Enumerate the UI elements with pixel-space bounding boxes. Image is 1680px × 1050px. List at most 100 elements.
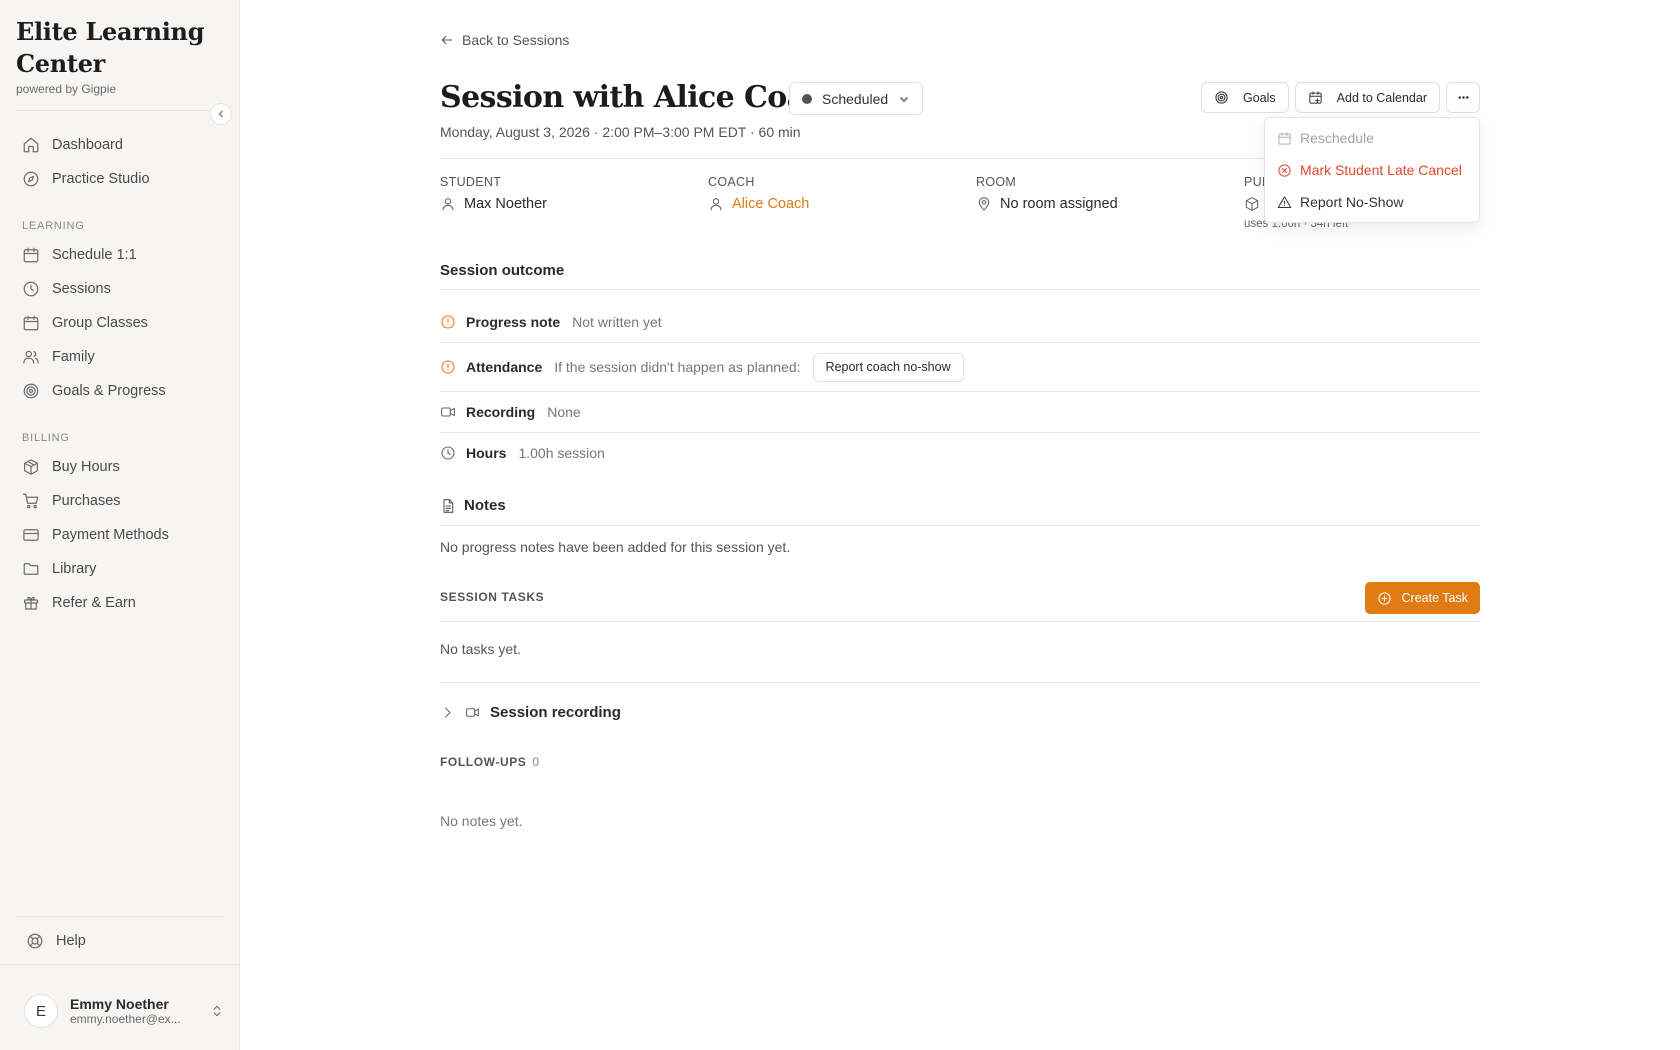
calendar-plus-icon bbox=[1309, 91, 1322, 104]
progress-note-value: Not written yet bbox=[572, 314, 662, 330]
sidebar-nav: Dashboard Practice Studio LEARNING Sched… bbox=[12, 128, 228, 620]
collapse-sidebar-button[interactable] bbox=[210, 103, 232, 125]
follow-ups-title: FOLLOW-UPS 0 bbox=[440, 755, 540, 769]
coach-link[interactable]: Alice Coach bbox=[732, 196, 809, 212]
more-actions-menu: Reschedule Mark Student Late Cancel Repo… bbox=[1264, 117, 1480, 223]
report-coach-no-show-button[interactable]: Report coach no-show bbox=[812, 352, 964, 382]
meta-coach: COACH Alice Coach bbox=[708, 175, 809, 212]
sidebar-item-buy-hours[interactable]: Buy Hours bbox=[12, 450, 228, 484]
notes-empty: No progress notes have been added for th… bbox=[440, 539, 791, 555]
follow-ups-count: 0 bbox=[532, 755, 540, 769]
sidebar-item-label: Purchases bbox=[52, 493, 121, 509]
back-link[interactable]: Back to Sessions bbox=[440, 32, 569, 48]
follow-ups-empty: No notes yet. bbox=[440, 813, 523, 829]
chevron-down-icon bbox=[900, 96, 909, 102]
sidebar: Elite Learning Center powered by Gigpie … bbox=[0, 0, 240, 1050]
user-icon bbox=[710, 198, 722, 211]
gift-icon bbox=[24, 596, 38, 610]
meta-room: ROOM No room assigned bbox=[976, 175, 1118, 212]
session-recording-toggle[interactable]: Session recording bbox=[440, 704, 621, 721]
meta-value: No room assigned bbox=[976, 196, 1118, 212]
video-icon bbox=[441, 407, 455, 417]
sidebar-item-group-classes[interactable]: Group Classes bbox=[12, 306, 228, 340]
sidebar-item-dashboard[interactable]: Dashboard bbox=[12, 128, 228, 162]
clock-icon bbox=[23, 281, 39, 297]
follow-ups-label: FOLLOW-UPS bbox=[440, 755, 527, 769]
divider bbox=[440, 621, 1480, 622]
sidebar-item-label: Refer & Earn bbox=[52, 595, 136, 611]
calendar-icon bbox=[23, 247, 39, 263]
sidebar-item-label: Group Classes bbox=[52, 315, 148, 331]
cart-icon bbox=[22, 493, 39, 509]
hours-value: 1.00h session bbox=[518, 445, 605, 461]
sidebar-item-goals[interactable]: Goals & Progress bbox=[12, 374, 228, 408]
status-dot bbox=[802, 93, 812, 104]
users-icon bbox=[23, 350, 39, 364]
sidebar-item-label: Sessions bbox=[52, 281, 111, 297]
menu-item-label: Mark Student Late Cancel bbox=[1300, 162, 1462, 178]
sidebar-item-purchases[interactable]: Purchases bbox=[12, 484, 228, 518]
divider bbox=[16, 110, 210, 111]
more-actions-button[interactable] bbox=[1446, 82, 1480, 113]
plus-circle-icon bbox=[1377, 591, 1391, 605]
sidebar-item-library[interactable]: Library bbox=[12, 552, 228, 586]
hours-label: Hours bbox=[466, 445, 507, 461]
user-info: Emmy Noether emmy.noether@ex... bbox=[70, 996, 198, 1026]
user-menu[interactable]: E Emmy Noether emmy.noether@ex... bbox=[24, 990, 224, 1032]
notes-title: Notes bbox=[440, 497, 506, 514]
clock-icon bbox=[441, 446, 455, 460]
recording-label: Recording bbox=[466, 404, 536, 420]
file-text-icon bbox=[443, 498, 454, 513]
menu-item-report-no-show[interactable]: Report No-Show bbox=[1265, 186, 1479, 218]
divider bbox=[440, 342, 1480, 343]
hours-row: Hours 1.00h session bbox=[440, 442, 1480, 464]
session-detail: Back to Sessions Session with Alice Coac… bbox=[440, 0, 1480, 1050]
menu-item-reschedule[interactable]: Reschedule bbox=[1265, 122, 1479, 154]
sidebar-item-practice-studio[interactable]: Practice Studio bbox=[12, 162, 228, 196]
target-icon bbox=[23, 383, 39, 399]
session-recording-label: Session recording bbox=[490, 704, 621, 721]
meta-value: Max Noether bbox=[440, 196, 547, 212]
status-select[interactable]: Scheduled bbox=[789, 82, 924, 115]
user-name: Emmy Noether bbox=[70, 996, 169, 1012]
lifebuoy-icon bbox=[27, 933, 43, 949]
sidebar-item-payment-methods[interactable]: Payment Methods bbox=[12, 518, 228, 552]
video-icon bbox=[466, 708, 479, 717]
menu-item-label: Report No-Show bbox=[1300, 194, 1404, 210]
divider bbox=[0, 964, 240, 965]
sidebar-item-family[interactable]: Family bbox=[12, 340, 228, 374]
meta-value: Alice Coach bbox=[708, 196, 809, 212]
create-task-button[interactable]: Create Task bbox=[1364, 582, 1480, 614]
brand: Elite Learning Center powered by Gigpie bbox=[16, 16, 216, 96]
chevrons-up-down-icon bbox=[213, 1005, 221, 1017]
nav-section-learning: LEARNING bbox=[22, 220, 85, 232]
attendance-value: If the session didn't happen as planned: bbox=[554, 359, 801, 375]
brand-subtitle: powered by Gigpie bbox=[16, 82, 117, 96]
nav-section-billing: BILLING bbox=[22, 432, 70, 444]
sidebar-item-schedule[interactable]: Schedule 1:1 bbox=[12, 238, 228, 272]
session-datetime: Monday, August 3, 2026 · 2:00 PM–3:00 PM… bbox=[440, 124, 801, 140]
progress-note-row: Progress note Not written yet bbox=[440, 311, 1480, 333]
meta-student: STUDENT Max Noether bbox=[440, 175, 547, 212]
more-horizontal-icon bbox=[1458, 96, 1468, 99]
target-icon bbox=[1215, 91, 1228, 104]
recording-row: Recording None bbox=[440, 401, 1480, 423]
divider bbox=[440, 432, 1480, 433]
meta-label: COACH bbox=[708, 175, 755, 189]
session-tasks-title: SESSION TASKS bbox=[440, 590, 545, 604]
goals-button-label: Goals bbox=[1243, 90, 1276, 105]
arrow-left-icon bbox=[441, 35, 453, 45]
meta-label: STUDENT bbox=[440, 175, 502, 189]
menu-item-late-cancel[interactable]: Mark Student Late Cancel bbox=[1265, 154, 1479, 186]
sidebar-item-sessions[interactable]: Sessions bbox=[12, 272, 228, 306]
goals-button[interactable]: Goals bbox=[1201, 82, 1289, 113]
help-section: Help bbox=[16, 924, 224, 958]
sidebar-item-refer[interactable]: Refer & Earn bbox=[12, 586, 228, 620]
add-to-calendar-button[interactable]: Add to Calendar bbox=[1294, 82, 1440, 113]
sidebar-item-label: Buy Hours bbox=[52, 459, 120, 475]
sidebar-item-label: Library bbox=[52, 561, 97, 577]
sidebar-item-help[interactable]: Help bbox=[16, 924, 224, 958]
credit-card-icon bbox=[23, 529, 39, 541]
alert-circle-icon bbox=[441, 360, 455, 374]
room-value: No room assigned bbox=[1000, 196, 1118, 212]
